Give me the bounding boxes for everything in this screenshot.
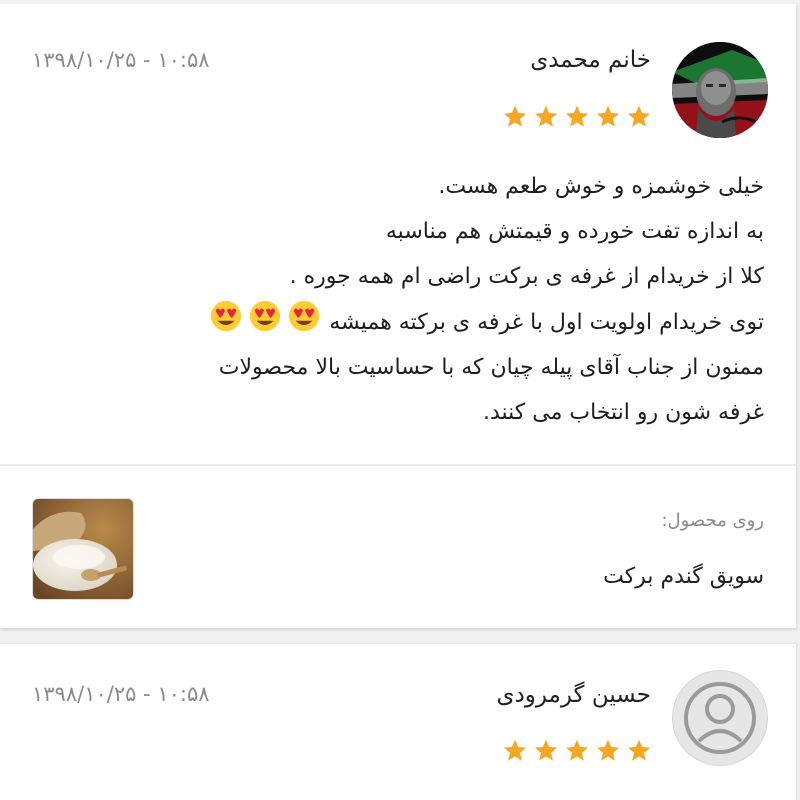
comment-line: غرفه شون رو انتخاب می کنند.	[482, 400, 764, 425]
comment-line: به اندازه تفت خورده و قیمتش هم مناسبه	[385, 219, 764, 244]
review-comment: خیلی خوشمزه و خوش طعم هست. به اندازه تفت…	[24, 164, 764, 435]
review-card: حسین گرمرودی ۱۳۹۸/۱۰/۲۵ - ۱۰:۵۸	[0, 644, 797, 800]
emoji-group	[207, 299, 323, 333]
star-icon	[596, 739, 620, 761]
divider	[0, 464, 796, 466]
heart-eyes-emoji	[211, 300, 242, 332]
star-icon	[627, 739, 651, 761]
star-icon	[534, 105, 558, 127]
review-datetime: ۱۳۹۸/۱۰/۲۵ - ۱۰:۵۸	[32, 48, 210, 72]
heart-eyes-emoji	[289, 300, 320, 332]
avatar-photo-icon	[672, 42, 768, 138]
reviews-page: خانم محمدی ۱۳۹۸/۱۰/۲۵ - ۱۰:۵۸ خیلی خوشمز…	[0, 0, 800, 800]
star-icon	[627, 105, 651, 127]
comment-line: خیلی خوشمزه و خوش طعم هست.	[438, 174, 764, 199]
star-icon	[565, 105, 589, 127]
comment-line-with-emoji: توی خریدام اولویت اول با غرفه ی برکته هم…	[24, 299, 764, 345]
author-name: حسین گرمرودی	[496, 682, 652, 708]
comment-line: توی خریدام اولویت اول با غرفه ی برکته هم…	[329, 310, 764, 335]
user-avatar-icon	[673, 671, 767, 765]
rating-stars	[502, 104, 652, 130]
heart-eyes-emoji	[250, 300, 281, 332]
product-thumbnail[interactable]	[32, 498, 134, 600]
product-label: روی محصول:	[661, 510, 764, 531]
comment-line: ممنون از جناب آقای پیله چیان که با حساسی…	[218, 355, 764, 380]
review-card: خانم محمدی ۱۳۹۸/۱۰/۲۵ - ۱۰:۵۸ خیلی خوشمز…	[0, 4, 797, 628]
author-name: خانم محمدی	[530, 47, 651, 73]
star-icon	[534, 739, 558, 761]
star-icon	[565, 739, 589, 761]
star-icon	[503, 105, 527, 127]
product-name-link[interactable]: سویق گندم برکت	[603, 564, 764, 589]
rating-stars	[502, 738, 652, 764]
review-datetime: ۱۳۹۸/۱۰/۲۵ - ۱۰:۵۸	[32, 682, 210, 706]
star-icon	[503, 739, 527, 761]
product-photo-icon	[33, 499, 133, 599]
author-avatar[interactable]	[672, 42, 768, 138]
author-avatar[interactable]	[672, 670, 768, 766]
comment-line: کلا از خریدام از غرفه ی برکت راضی ام همه…	[289, 264, 764, 289]
star-icon	[596, 105, 620, 127]
